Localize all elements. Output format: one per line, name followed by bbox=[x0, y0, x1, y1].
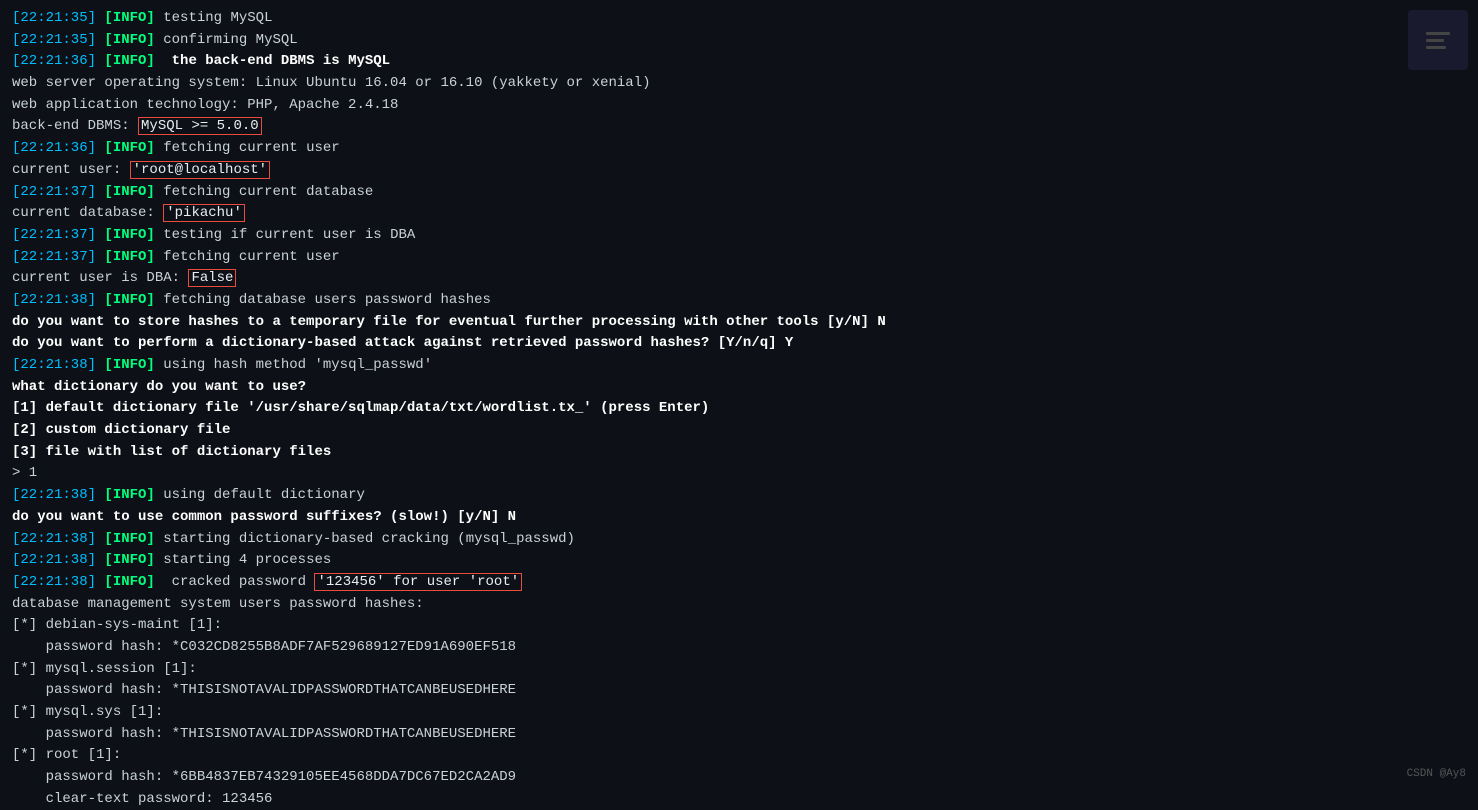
log-line: [22:21:38] [INFO] using hash method 'mys… bbox=[12, 355, 1466, 377]
log-line: [1] default dictionary file '/usr/share/… bbox=[12, 398, 1466, 420]
log-line: [22:21:38] [INFO] starting dictionary-ba… bbox=[12, 529, 1466, 551]
log-line: do you want to use common password suffi… bbox=[12, 507, 1466, 529]
log-line: [22:21:38] [INFO] starting 4 processes bbox=[12, 550, 1466, 572]
log-line: password hash: *C032CD8255B8ADF7AF529689… bbox=[12, 637, 1466, 659]
log-line: current database: 'pikachu' bbox=[12, 203, 1466, 225]
log-line: web server operating system: Linux Ubunt… bbox=[12, 73, 1466, 95]
log-line: database management system users passwor… bbox=[12, 594, 1466, 616]
log-line: [22:21:35] [INFO] testing MySQL bbox=[12, 8, 1466, 30]
log-line: [22:21:38] [INFO] using default dictiona… bbox=[12, 485, 1466, 507]
log-line: [*] root [1]: bbox=[12, 745, 1466, 767]
log-line: [22:21:36] [INFO] the back-end DBMS is M… bbox=[12, 51, 1466, 73]
log-line: do you want to store hashes to a tempora… bbox=[12, 312, 1466, 334]
log-line: current user: 'root@localhost' bbox=[12, 160, 1466, 182]
log-line: [22:21:38] [INFO] fetching database user… bbox=[12, 290, 1466, 312]
log-line: current user is DBA: False bbox=[12, 268, 1466, 290]
log-line: [*] mysql.sys [1]: bbox=[12, 702, 1466, 724]
log-line: [22:21:37] [INFO] testing if current use… bbox=[12, 225, 1466, 247]
log-line: > 1 bbox=[12, 463, 1466, 485]
log-line: [22:21:37] [INFO] fetching current datab… bbox=[12, 182, 1466, 204]
log-line: [3] file with list of dictionary files bbox=[12, 442, 1466, 464]
log-line: [22:21:36] [INFO] fetching current user bbox=[12, 138, 1466, 160]
app-icon bbox=[1408, 10, 1468, 70]
log-line: do you want to perform a dictionary-base… bbox=[12, 333, 1466, 355]
log-line: [*] debian-sys-maint [1]: bbox=[12, 615, 1466, 637]
log-line: [22:21:37] [INFO] fetching current user bbox=[12, 247, 1466, 269]
cracked-password-line: [22:21:38] [INFO] cracked password '1234… bbox=[12, 572, 1466, 594]
log-line: password hash: *THISISNOTAVALIDPASSWORDT… bbox=[12, 680, 1466, 702]
log-line: web application technology: PHP, Apache … bbox=[12, 95, 1466, 117]
log-line: clear-text password: 123456 bbox=[12, 789, 1466, 810]
log-line: [2] custom dictionary file bbox=[12, 420, 1466, 442]
log-line: password hash: *THISISNOTAVALIDPASSWORDT… bbox=[12, 724, 1466, 746]
terminal: [22:21:35] [INFO] testing MySQL [22:21:3… bbox=[0, 0, 1478, 791]
log-line: [*] mysql.session [1]: bbox=[12, 659, 1466, 681]
log-line: password hash: *6BB4837EB74329105EE4568D… bbox=[12, 767, 1466, 789]
watermark-text: CSDN @Ay8 bbox=[1407, 766, 1466, 783]
log-line: what dictionary do you want to use? bbox=[12, 377, 1466, 399]
log-line: [22:21:35] [INFO] confirming MySQL bbox=[12, 30, 1466, 52]
log-line: back-end DBMS: MySQL >= 5.0.0 bbox=[12, 116, 1466, 138]
